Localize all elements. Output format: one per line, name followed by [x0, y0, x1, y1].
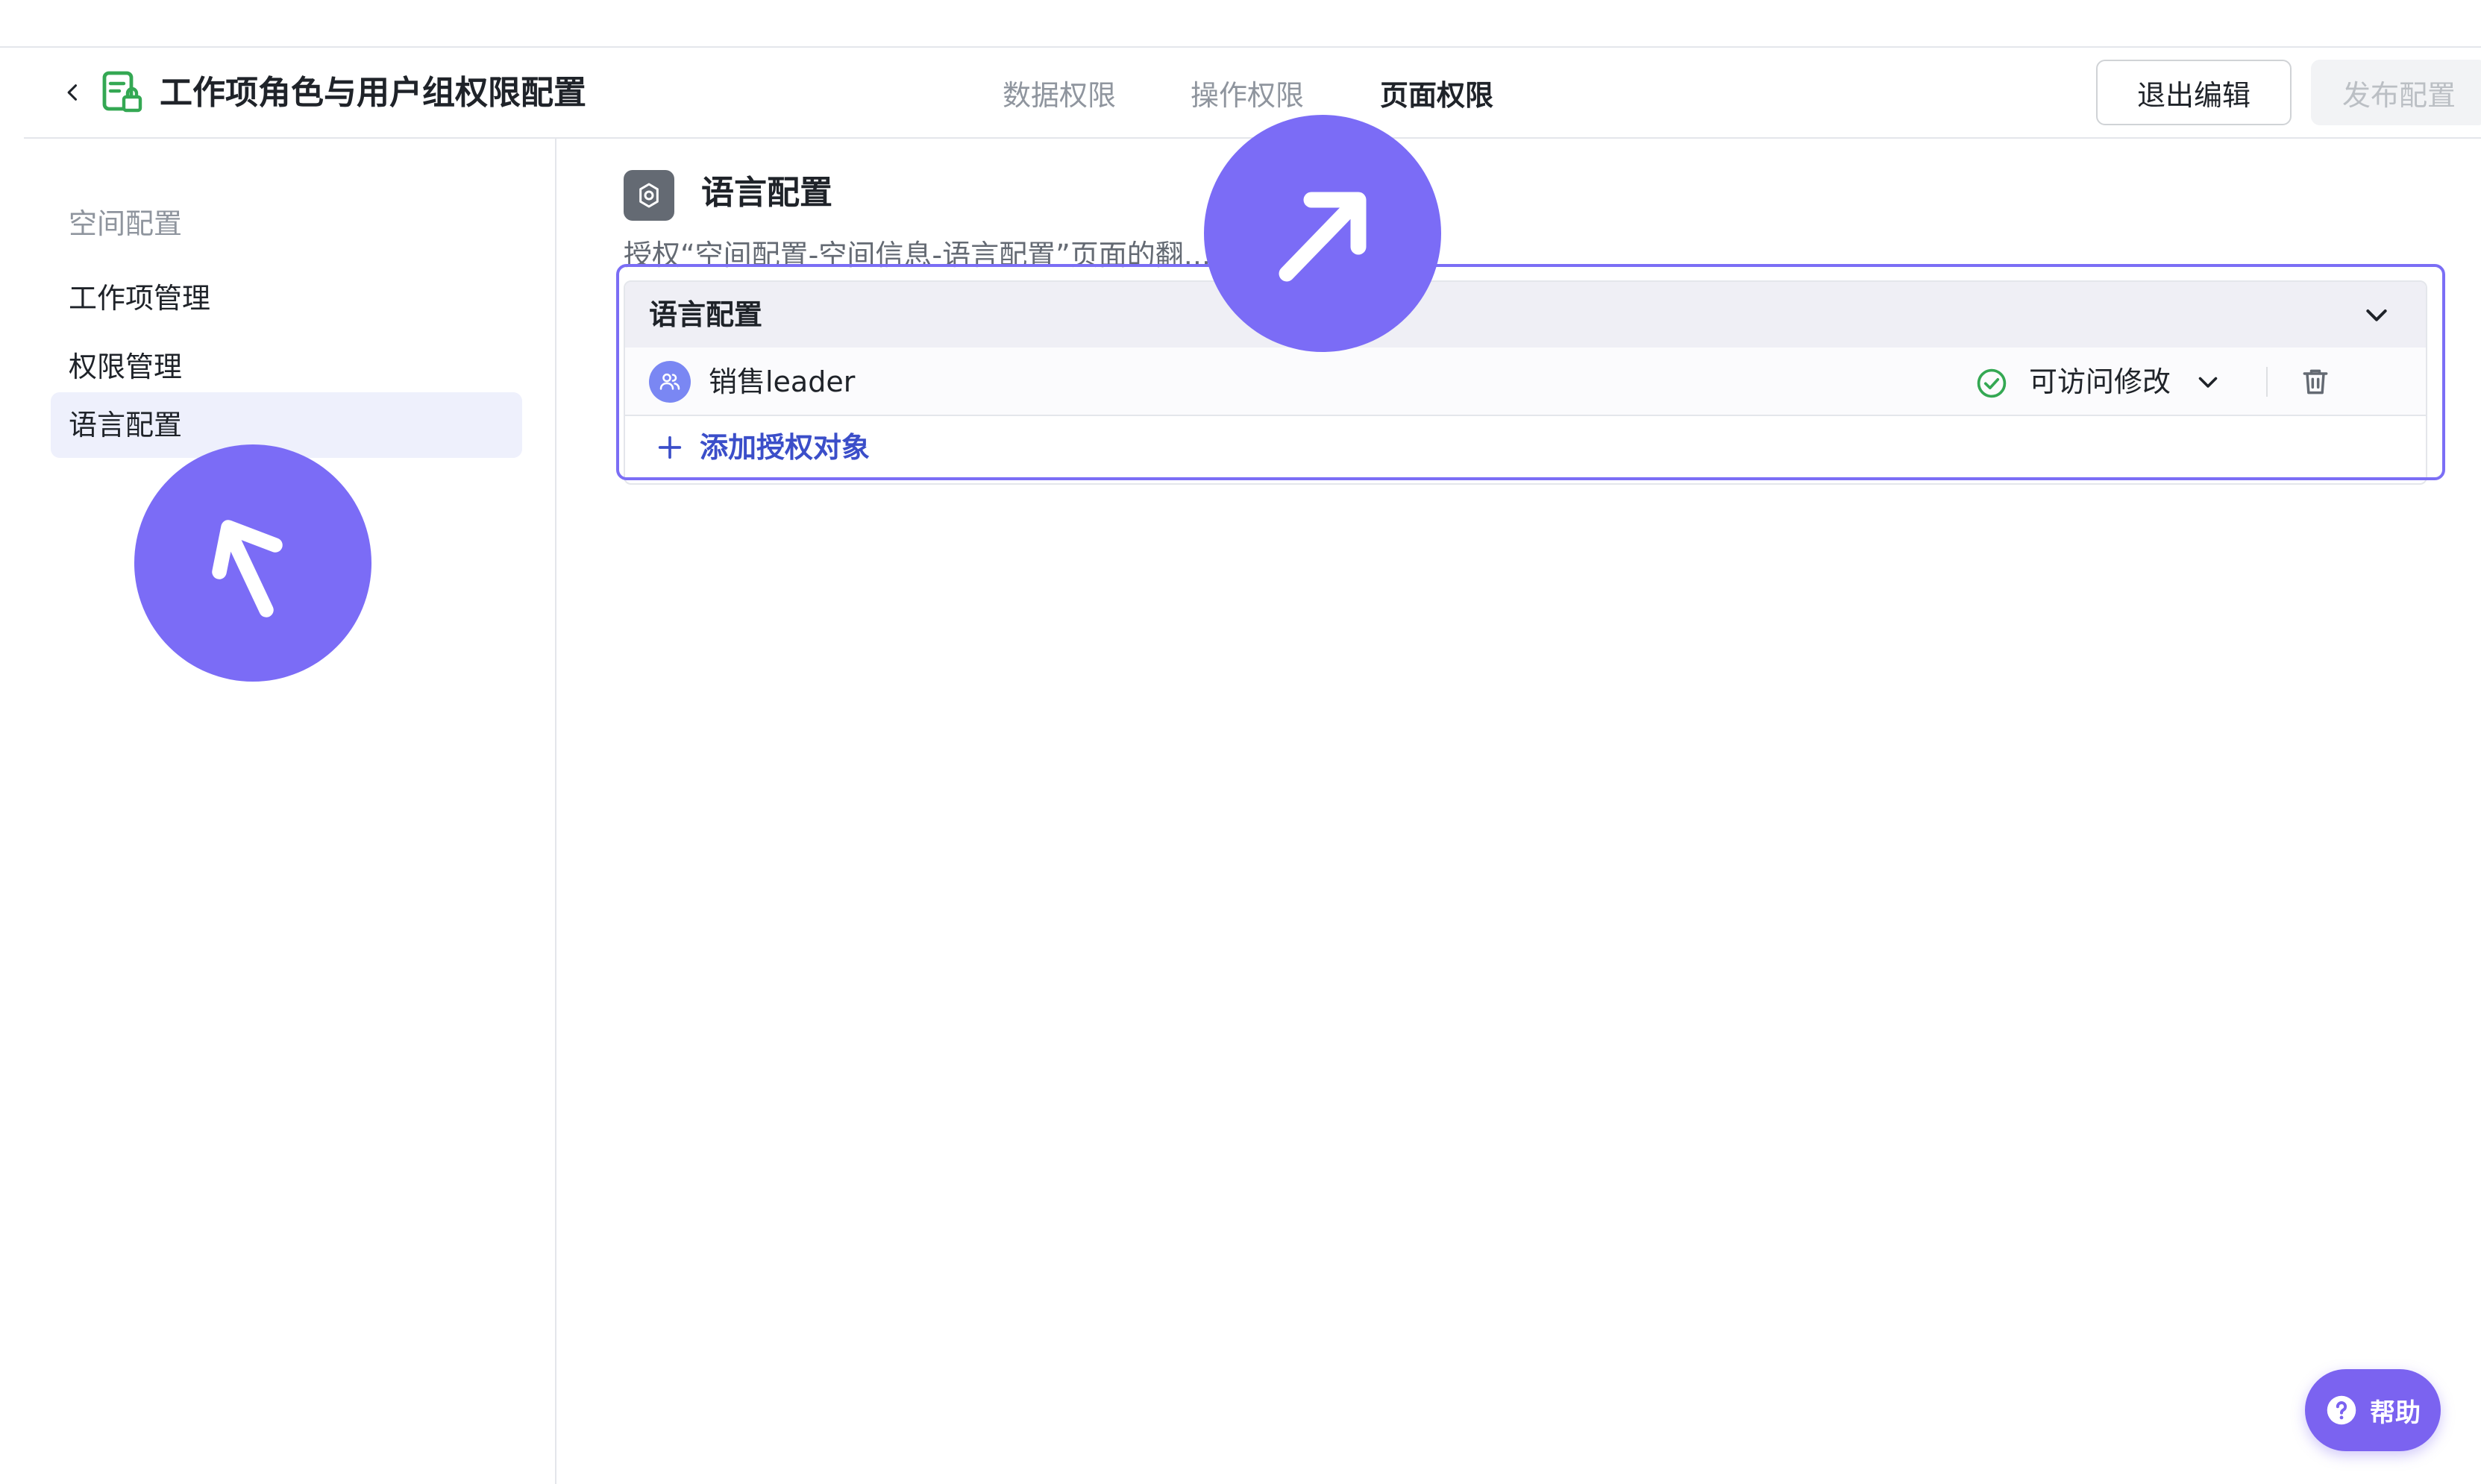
tab-data-permissions[interactable]: 数据权限: [1003, 73, 1116, 118]
plus-icon: [658, 436, 682, 459]
row-divider: [2266, 367, 2268, 397]
arrow-up-right-icon: [1279, 192, 1367, 282]
add-authorized-target-button[interactable]: 添加授权对象: [655, 424, 870, 471]
permission-card-header[interactable]: 语言配置: [625, 282, 2426, 348]
chevron-down-icon[interactable]: [2362, 300, 2391, 330]
permission-row: 销售leader 可访问修改: [625, 348, 2426, 416]
tab-action-permissions[interactable]: 操作权限: [1191, 73, 1304, 118]
arrow-up-left-icon: [212, 520, 283, 617]
tutorial-marker-up-left: [134, 444, 371, 682]
authorized-target-name: 销售leader: [709, 365, 856, 398]
permission-card-title: 语言配置: [649, 298, 763, 331]
sidebar-item-language-config[interactable]: 语言配置: [51, 392, 522, 458]
exit-edit-button[interactable]: 退出编辑: [2096, 60, 2292, 125]
trash-icon[interactable]: [2299, 365, 2332, 398]
sidebar: 空间配置 工作项管理 权限管理 语言配置: [24, 139, 556, 1484]
tutorial-marker-up-right: [1204, 115, 1441, 352]
section-title: 语言配置: [701, 174, 832, 212]
publish-config-button[interactable]: 发布配置: [2311, 60, 2481, 125]
gear-icon: [639, 183, 659, 208]
permission-level-select[interactable]: 可访问修改: [2029, 358, 2171, 406]
app-window: 工作项角色与用户组权限配置 数据权限 操作权限 页面权限 退出编辑 发布配置 空…: [0, 0, 2481, 1484]
doc-lock-icon: [102, 71, 142, 113]
add-authorized-target-label: 添加授权对象: [700, 431, 871, 464]
chevron-down-icon[interactable]: [2195, 368, 2221, 395]
header: 工作项角色与用户组权限配置 数据权限 操作权限 页面权限 退出编辑 发布配置: [24, 48, 2481, 139]
avatar: [649, 361, 691, 403]
sidebar-item-workitem-management[interactable]: 工作项管理: [51, 265, 522, 331]
back-button[interactable]: [57, 76, 90, 109]
section-description: 授权“空间配置-空间信息-语言配置”页面的翻...成员: [624, 239, 1268, 271]
tab-page-permissions[interactable]: 页面权限: [1380, 73, 1493, 118]
permission-card: 语言配置 销售leader 可访问修改 添加授权对象: [624, 280, 2427, 485]
top-strip: [0, 0, 2481, 48]
chevron-left-icon: [67, 84, 78, 101]
help-label: 帮助: [2370, 1397, 2421, 1428]
check-circle-icon: [1977, 368, 2007, 398]
help-button[interactable]: 帮助: [2305, 1369, 2441, 1451]
question-icon: [2327, 1395, 2356, 1425]
main-content: 语言配置 授权“空间配置-空间信息-语言配置”页面的翻...成员 语言配置 销售…: [556, 139, 2481, 1484]
section-icon: [624, 170, 674, 221]
page-title: 工作项角色与用户组权限配置: [160, 74, 586, 112]
user-group-icon: [659, 373, 680, 390]
sidebar-item-permission-management[interactable]: 权限管理: [51, 334, 522, 400]
sidebar-group-label: 空间配置: [69, 207, 183, 240]
